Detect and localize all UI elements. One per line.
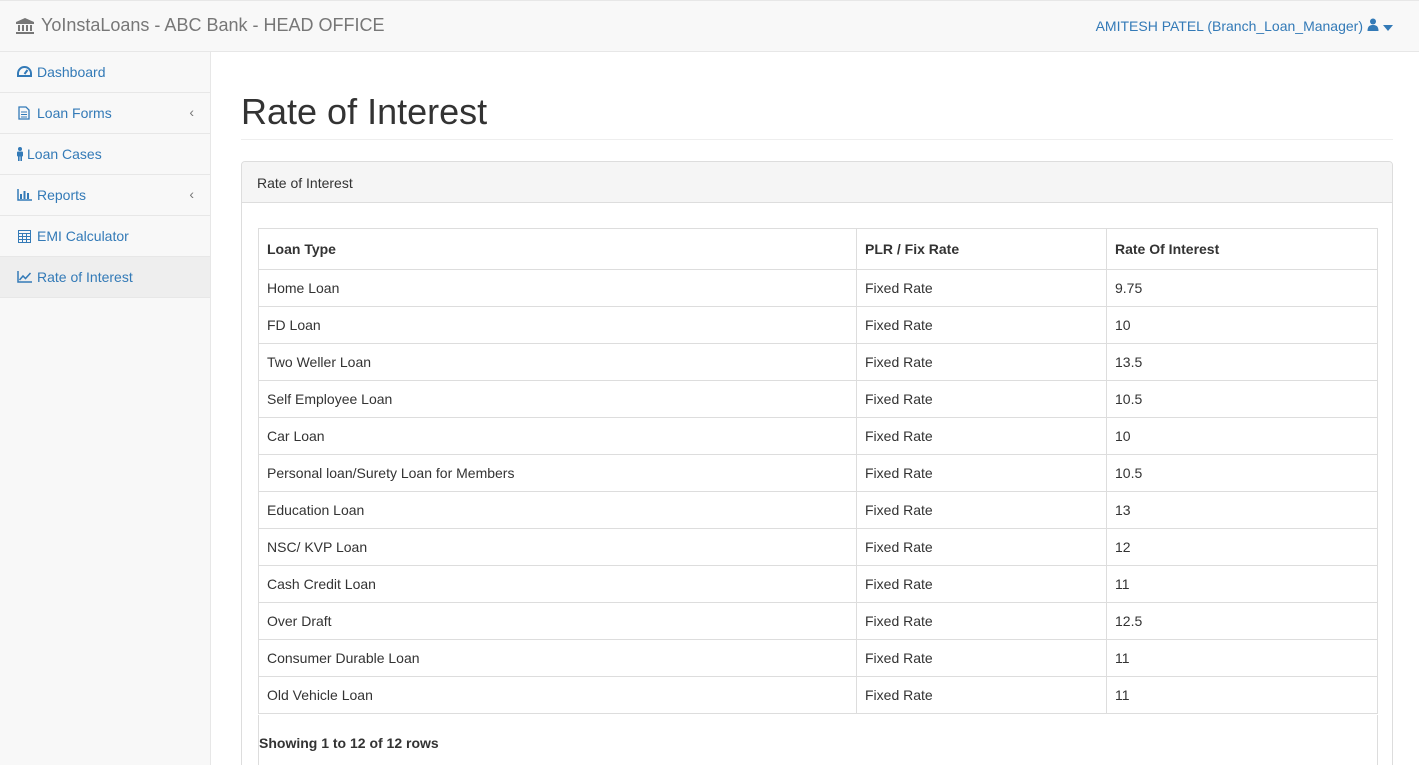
cell-rate-kind: Fixed Rate xyxy=(856,306,1107,344)
rate-table: Loan Type PLR / Fix Rate Rate Of Interes… xyxy=(258,228,1378,714)
sidebar-item-dashboard[interactable]: Dashboard xyxy=(0,52,210,93)
sidebar-item-label: Rate of Interest xyxy=(37,269,133,285)
brand-link[interactable]: YoInstaLoans - ABC Bank - HEAD OFFICE xyxy=(15,15,384,36)
sidebar-item-loan-forms[interactable]: Loan Forms ‹ xyxy=(0,93,210,134)
sidebar: Dashboard Loan Forms ‹ Loan Cases Report… xyxy=(0,52,211,765)
cell-loan-type: Self Employee Loan xyxy=(258,380,857,418)
cell-rate-kind: Fixed Rate xyxy=(856,380,1107,418)
sidebar-item-emi-calculator[interactable]: EMI Calculator xyxy=(0,216,210,257)
cell-rate: 11 xyxy=(1106,676,1378,714)
sidebar-item-loan-cases[interactable]: Loan Cases xyxy=(0,134,210,175)
column-header-rate-of-interest[interactable]: Rate Of Interest xyxy=(1106,228,1378,270)
table-row: Consumer Durable Loan Fixed Rate 11 xyxy=(258,639,1378,677)
brand-text: YoInstaLoans - ABC Bank - HEAD OFFICE xyxy=(41,15,385,35)
cell-rate: 10.5 xyxy=(1106,454,1378,492)
sidebar-item-label: Reports xyxy=(37,187,87,203)
chevron-left-icon: ‹ xyxy=(189,104,194,120)
caret-down-icon xyxy=(1383,18,1393,34)
main-content: Rate of Interest Rate of Interest Loan T… xyxy=(241,52,1393,765)
cell-loan-type: FD Loan xyxy=(258,306,857,344)
cell-rate: 11 xyxy=(1106,639,1378,677)
panel-heading: Rate of Interest xyxy=(242,162,1392,203)
calculator-icon xyxy=(16,229,32,243)
cell-rate: 10.5 xyxy=(1106,380,1378,418)
cell-rate-kind: Fixed Rate xyxy=(856,269,1107,307)
cell-loan-type: Cash Credit Loan xyxy=(258,565,857,603)
person-icon xyxy=(16,147,24,161)
table-row: Self Employee Loan Fixed Rate 10.5 xyxy=(258,380,1378,418)
sidebar-item-label: Loan Cases xyxy=(27,146,102,162)
sidebar-item-label: Loan Forms xyxy=(37,105,112,121)
table-row: NSC/ KVP Loan Fixed Rate 12 xyxy=(258,528,1378,566)
table-row: Over Draft Fixed Rate 12.5 xyxy=(258,602,1378,640)
sidebar-item-reports[interactable]: Reports ‹ xyxy=(0,175,210,216)
table-row: Two Weller Loan Fixed Rate 13.5 xyxy=(258,343,1378,381)
dashboard-icon xyxy=(16,65,32,79)
cell-rate: 10 xyxy=(1106,306,1378,344)
cell-rate-kind: Fixed Rate xyxy=(856,639,1107,677)
sidebar-item-label: Dashboard xyxy=(37,64,106,80)
cell-rate-kind: Fixed Rate xyxy=(856,676,1107,714)
cell-rate-kind: Fixed Rate xyxy=(856,417,1107,455)
chevron-left-icon: ‹ xyxy=(189,186,194,202)
cell-rate: 11 xyxy=(1106,565,1378,603)
cell-rate: 13 xyxy=(1106,491,1378,529)
cell-rate-kind: Fixed Rate xyxy=(856,491,1107,529)
cell-rate: 10 xyxy=(1106,417,1378,455)
cell-rate-kind: Fixed Rate xyxy=(856,528,1107,566)
cell-rate-kind: Fixed Rate xyxy=(856,602,1107,640)
user-menu-toggle[interactable]: AMITESH PATEL (Branch_Loan_Manager) xyxy=(1096,18,1393,34)
cell-loan-type: Education Loan xyxy=(258,491,857,529)
table-footer-area: Showing 1 to 12 of 12 rows xyxy=(258,715,1378,765)
table-row: Car Loan Fixed Rate 10 xyxy=(258,417,1378,455)
table-row: Home Loan Fixed Rate 9.75 xyxy=(258,269,1378,307)
cell-loan-type: Consumer Durable Loan xyxy=(258,639,857,677)
file-icon xyxy=(16,106,32,120)
line-chart-icon xyxy=(16,270,32,284)
user-icon xyxy=(1367,18,1379,34)
panel-body: Loan Type PLR / Fix Rate Rate Of Interes… xyxy=(242,203,1392,714)
column-header-loan-type[interactable]: Loan Type xyxy=(258,228,857,270)
cell-loan-type: Personal loan/Surety Loan for Members xyxy=(258,454,857,492)
table-row: FD Loan Fixed Rate 10 xyxy=(258,306,1378,344)
cell-loan-type: Two Weller Loan xyxy=(258,343,857,381)
title-divider xyxy=(241,139,1393,140)
column-header-plr-fix-rate[interactable]: PLR / Fix Rate xyxy=(856,228,1107,270)
cell-loan-type: Car Loan xyxy=(258,417,857,455)
bar-chart-icon xyxy=(16,188,32,202)
bank-icon xyxy=(15,17,35,35)
sidebar-item-rate-of-interest[interactable]: Rate of Interest xyxy=(0,257,210,298)
cell-rate-kind: Fixed Rate xyxy=(856,343,1107,381)
cell-rate-kind: Fixed Rate xyxy=(856,454,1107,492)
cell-loan-type: Home Loan xyxy=(258,269,857,307)
cell-rate-kind: Fixed Rate xyxy=(856,565,1107,603)
page-title: Rate of Interest xyxy=(241,91,488,132)
cell-rate: 12.5 xyxy=(1106,602,1378,640)
table-header-row: Loan Type PLR / Fix Rate Rate Of Interes… xyxy=(258,228,1378,270)
cell-loan-type: Old Vehicle Loan xyxy=(258,676,857,714)
table-row: Education Loan Fixed Rate 13 xyxy=(258,491,1378,529)
table-row: Old Vehicle Loan Fixed Rate 11 xyxy=(258,676,1378,714)
cell-rate: 12 xyxy=(1106,528,1378,566)
rate-panel: Rate of Interest Loan Type PLR / Fix Rat… xyxy=(241,161,1393,765)
top-navbar: YoInstaLoans - ABC Bank - HEAD OFFICE AM… xyxy=(0,0,1419,52)
pagination-info: Showing 1 to 12 of 12 rows xyxy=(259,735,439,751)
table-row: Cash Credit Loan Fixed Rate 11 xyxy=(258,565,1378,603)
user-name: AMITESH PATEL (Branch_Loan_Manager) xyxy=(1095,18,1363,34)
cell-loan-type: Over Draft xyxy=(258,602,857,640)
cell-rate: 9.75 xyxy=(1106,269,1378,307)
sidebar-item-label: EMI Calculator xyxy=(37,228,129,244)
cell-rate: 13.5 xyxy=(1106,343,1378,381)
cell-loan-type: NSC/ KVP Loan xyxy=(258,528,857,566)
table-row: Personal loan/Surety Loan for Members Fi… xyxy=(258,454,1378,492)
